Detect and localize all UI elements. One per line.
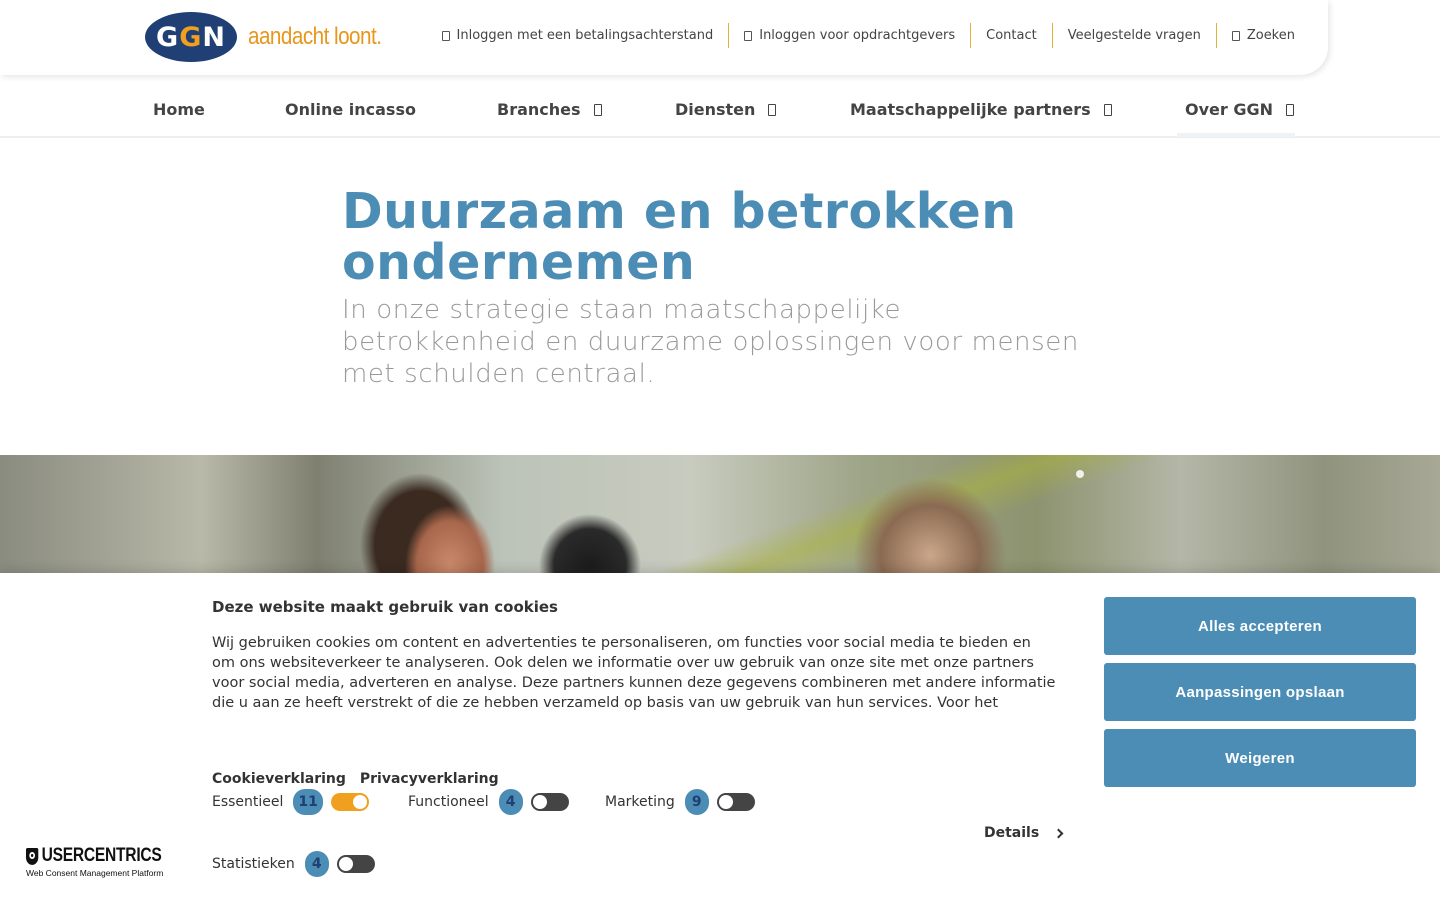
essentieel-toggle[interactable]	[330, 793, 369, 811]
search-link[interactable]: Zoeken	[1215, 23, 1295, 48]
category-marketing: Marketing 9	[605, 789, 755, 815]
nav-item-label: Home	[153, 100, 205, 119]
photo-highlight	[1076, 470, 1084, 478]
faq-label: Veelgestelde vragen	[1067, 28, 1201, 43]
search-label: Zoeken	[1246, 28, 1295, 43]
category-essentieel: Essentieel 11	[212, 789, 369, 815]
nav-item-label: Diensten	[675, 100, 756, 119]
lock-icon	[441, 30, 450, 41]
toggle-knob	[338, 857, 353, 871]
category-count-badge: 11	[293, 789, 323, 815]
nav-item-label: Branches	[497, 100, 581, 119]
toggle-knob	[718, 795, 733, 809]
login-debtor-link[interactable]: Inloggen met een betalingsachterstand	[427, 23, 729, 48]
toggle-knob	[532, 795, 547, 809]
marketing-toggle[interactable]	[716, 793, 755, 811]
cookie-banner-text[interactable]: Wij gebruiken cookies om content en adve…	[212, 633, 1057, 713]
nav-item-home[interactable]: Home	[153, 100, 205, 119]
accept-all-button[interactable]: Alles accepteren	[1104, 597, 1416, 655]
nav-item-branches[interactable]: Branches	[497, 100, 602, 119]
lock-icon	[744, 30, 753, 41]
cookie-banner-title: Deze website maakt gebruik van cookies	[212, 598, 558, 616]
nav-item-online-incasso[interactable]: Online incasso	[285, 100, 416, 119]
details-label: Details	[984, 825, 1040, 841]
chevron-down-icon	[593, 103, 602, 116]
nav-item-maatschappelijke-partners[interactable]: Maatschappelijke partners	[850, 100, 1112, 119]
privacy-statement-link[interactable]: Privacyverklaring	[360, 771, 499, 787]
provider-tagline: Web Consent Management Platform	[26, 868, 164, 878]
nav-item-label: Over GGN	[1185, 100, 1273, 119]
hero-photo	[0, 455, 1440, 575]
chevron-down-icon	[1103, 103, 1112, 116]
top-bar: GGN aandacht loont. Inloggen met een bet…	[0, 0, 1328, 75]
logo-letter: G	[156, 21, 180, 53]
category-label: Statistieken	[212, 856, 295, 872]
details-link[interactable]: Details	[984, 825, 1064, 841]
cookie-statement-link[interactable]: Cookieverklaring	[212, 771, 346, 787]
logo-tagline: aandacht loont.	[248, 23, 382, 50]
contact-link[interactable]: Contact	[970, 23, 1052, 48]
utility-links: Inloggen met een betalingsachterstand In…	[427, 23, 1295, 48]
cookie-policy-links: Cookieverklaring Privacyverklaring	[212, 771, 499, 787]
ggn-logo[interactable]: GGN aandacht loont.	[145, 12, 403, 62]
nav-active-indicator	[1177, 133, 1295, 137]
cookie-consent-banner: Deze website maakt gebruik van cookies W…	[0, 573, 1440, 900]
usercentrics-logo: USERCENTRICS Web Consent Management Plat…	[26, 845, 191, 878]
usercentrics-wordmark: USERCENTRICS	[26, 845, 162, 867]
nav-item-label: Online incasso	[285, 100, 416, 119]
contact-label: Contact	[986, 28, 1037, 43]
chevron-down-icon	[1286, 103, 1294, 116]
login-debtor-label: Inloggen met een betalingsachterstand	[456, 28, 714, 43]
faq-link[interactable]: Veelgestelde vragen	[1051, 23, 1216, 48]
logo-letter: G	[179, 21, 203, 53]
category-statistieken: Statistieken 4	[212, 851, 375, 877]
logo-letter: N	[202, 21, 226, 53]
main-navigation: Home Online incasso Branches Diensten Ma…	[0, 75, 1440, 138]
category-count-badge: 4	[498, 789, 523, 815]
page-title: Duurzaam en betrokken ondernemen	[342, 183, 1017, 291]
category-count-badge: 4	[304, 851, 329, 877]
nav-item-diensten[interactable]: Diensten	[675, 100, 777, 119]
login-client-link[interactable]: Inloggen voor opdrachtgevers	[728, 23, 970, 48]
chevron-down-icon	[768, 103, 777, 116]
login-client-label: Inloggen voor opdrachtgevers	[759, 28, 956, 43]
toggle-knob	[352, 795, 367, 809]
chevron-right-icon	[1053, 828, 1064, 838]
provider-name: USERCENTRICS	[41, 845, 162, 866]
shield-icon	[26, 847, 39, 865]
functioneel-toggle[interactable]	[530, 793, 569, 811]
page-intro: In onze strategie staan maatschappelijke…	[342, 295, 1079, 389]
category-label: Marketing	[605, 794, 675, 810]
nav-item-over-ggn[interactable]: Over GGN	[1185, 100, 1294, 119]
logo-mark: GGN	[145, 12, 237, 62]
category-label: Essentieel	[212, 794, 284, 810]
category-count-badge: 9	[684, 789, 709, 815]
nav-item-label: Maatschappelijke partners	[850, 100, 1091, 119]
category-label: Functioneel	[408, 794, 489, 810]
category-functioneel: Functioneel 4	[408, 789, 569, 815]
save-preferences-button[interactable]: Aanpassingen opslaan	[1104, 663, 1416, 721]
search-icon	[1231, 30, 1240, 41]
statistieken-toggle[interactable]	[336, 855, 375, 873]
deny-button[interactable]: Weigeren	[1104, 729, 1416, 787]
